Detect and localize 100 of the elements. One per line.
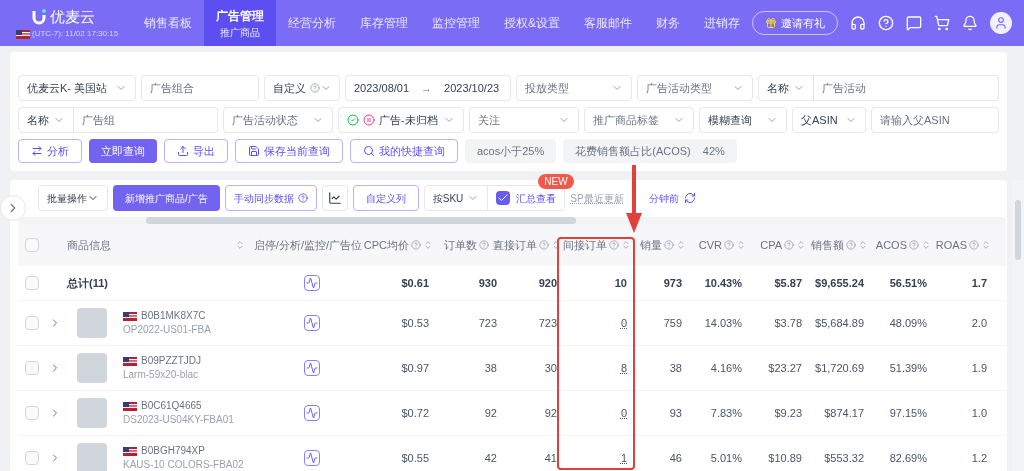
- table-cell: 723: [538, 316, 557, 329]
- nav-tab[interactable]: 授权&设置: [492, 0, 572, 46]
- line-chart-icon: [327, 191, 342, 205]
- nav-tab[interactable]: 销售看板: [132, 0, 204, 46]
- total-cell: 10: [614, 276, 627, 289]
- column-header[interactable]: ACOS: [875, 236, 907, 254]
- quick-filter-chip[interactable]: 花费销售额占比(ACOS) 42%: [563, 139, 737, 163]
- horizontal-scrollbar[interactable]: [146, 217, 576, 224]
- column-header[interactable]: CPA: [760, 236, 782, 254]
- sort-icon[interactable]: [491, 240, 501, 250]
- action-button[interactable]: 保存当前查询: [235, 139, 343, 163]
- total-cell: 930: [478, 276, 497, 289]
- sync-button[interactable]: 手动同步数据: [224, 185, 317, 211]
- nav-tab[interactable]: 监控管理: [420, 0, 492, 46]
- message-icon[interactable]: [906, 15, 922, 31]
- table-cell: $3.78: [774, 316, 802, 329]
- update-status-text: SP最近更新: [570, 191, 624, 206]
- nav-tab[interactable]: 库存管理: [348, 0, 420, 46]
- action-button[interactable]: 我的快捷查询: [350, 139, 458, 163]
- table-cell: 41: [544, 451, 557, 464]
- select-field[interactable]: 推广商品标签: [584, 107, 694, 133]
- select-field[interactable]: 关注: [469, 107, 579, 133]
- column-header[interactable]: 销售额: [811, 236, 844, 254]
- select-field[interactable]: 投放类型: [516, 75, 632, 101]
- column-header[interactable]: 间接订单: [563, 236, 607, 254]
- trend-icon[interactable]: [303, 450, 320, 466]
- trend-icon[interactable]: [303, 275, 320, 291]
- column-header[interactable]: ROAS: [935, 236, 967, 254]
- total-cell: 1.7: [971, 276, 987, 289]
- batch-button[interactable]: 批量操作: [38, 185, 108, 211]
- nav-tab[interactable]: 经营分析: [276, 0, 348, 46]
- select-field[interactable]: 广告活动状态: [223, 107, 333, 133]
- table-cell: $0.55: [401, 451, 429, 464]
- trend-icon[interactable]: [303, 360, 320, 376]
- table-cell: 0: [620, 316, 627, 329]
- select-field[interactable]: 父ASIN: [792, 107, 866, 133]
- refresh-icon[interactable]: [683, 192, 696, 204]
- avatar[interactable]: [990, 12, 1012, 34]
- product-thumbnail: [77, 308, 107, 338]
- vertical-scrollbar[interactable]: [1015, 200, 1021, 260]
- column-header[interactable]: CPC均价: [363, 236, 409, 254]
- clock-text: (UTC-7): 11/02 17:30:15: [32, 28, 119, 41]
- quick-filter-chip[interactable]: acos小于25%: [465, 139, 557, 163]
- input-field[interactable]: 请输入父ASIN: [871, 107, 999, 133]
- column-header[interactable]: CVR: [698, 236, 722, 254]
- asin-text[interactable]: B0BGH794XP: [141, 444, 205, 458]
- summary-checkbox[interactable]: [496, 191, 511, 205]
- select-field[interactable]: 优麦云K- 美国站: [18, 75, 136, 101]
- nav-tab[interactable]: 广告管理 推广商品: [204, 0, 276, 46]
- query-button[interactable]: 立即查询: [89, 139, 157, 163]
- action-button[interactable]: 分析: [18, 139, 82, 163]
- add-button[interactable]: 新增推广商品/广告: [113, 185, 220, 211]
- table-cell: $1,720.69: [815, 361, 864, 374]
- table-cell: $0.72: [401, 406, 429, 419]
- support-icon[interactable]: [850, 15, 866, 31]
- table-cell: $5,684.89: [815, 316, 864, 329]
- column-header[interactable]: 销量: [640, 236, 662, 254]
- help-icon: [784, 240, 794, 250]
- date-range-field[interactable]: 2023/08/01 → 2023/10/23: [345, 75, 511, 101]
- table-cell: 723: [478, 316, 497, 329]
- sku-text: Larm-59x20-blac: [123, 368, 200, 382]
- input-field[interactable]: 广告活动: [814, 75, 999, 101]
- select-field[interactable]: 名称: [18, 107, 74, 133]
- input-field[interactable]: 广告组: [74, 107, 218, 133]
- action-button[interactable]: 导出: [164, 139, 228, 163]
- asin-text[interactable]: B0C61Q4665: [141, 399, 202, 413]
- nav-tab[interactable]: 进销存: [692, 0, 752, 46]
- select-field[interactable]: 名称: [758, 75, 814, 101]
- table-cell: $0.97: [401, 361, 429, 374]
- product-thumbnail: [77, 398, 107, 428]
- help-icon[interactable]: [878, 15, 894, 31]
- nav-tab[interactable]: 财务: [644, 0, 692, 46]
- table-cell: 4.16%: [710, 361, 742, 374]
- input-field[interactable]: 广告组合: [141, 75, 259, 101]
- columns-button[interactable]: 自定义列: [352, 185, 419, 211]
- cart-icon[interactable]: [934, 15, 950, 31]
- table-cell: 5.01%: [710, 451, 742, 464]
- status-select[interactable]: 广告-未归档: [338, 107, 464, 133]
- trend-icon[interactable]: [303, 405, 320, 421]
- trend-icon[interactable]: [303, 315, 320, 331]
- table-cell: $10.89: [768, 451, 802, 464]
- chart-button[interactable]: [321, 185, 348, 211]
- table-cell: 30: [544, 361, 557, 374]
- group-select[interactable]: 按SKU: [424, 186, 489, 210]
- column-header[interactable]: 商品信息: [67, 236, 111, 254]
- help-icon: [664, 240, 674, 250]
- column-header[interactable]: 订单数: [444, 236, 477, 254]
- help-icon: [479, 240, 489, 250]
- select-field[interactable]: 自定义: [264, 75, 340, 101]
- nav-tab[interactable]: 客服邮件: [572, 0, 644, 46]
- bell-icon[interactable]: [962, 15, 978, 31]
- asin-text[interactable]: B09PZZTJDJ: [141, 354, 201, 368]
- total-cell: 56.51%: [889, 276, 927, 289]
- asin-text[interactable]: B0B1MK8X7C: [141, 309, 206, 323]
- check-circle-icon: [347, 114, 359, 126]
- column-header[interactable]: 直接订单: [493, 236, 537, 254]
- select-field[interactable]: 模糊查询: [699, 107, 787, 133]
- collapse-toggle[interactable]: [0, 195, 26, 221]
- select-field[interactable]: 广告活动类型: [637, 75, 753, 101]
- row-checkbox[interactable]: [24, 238, 39, 252]
